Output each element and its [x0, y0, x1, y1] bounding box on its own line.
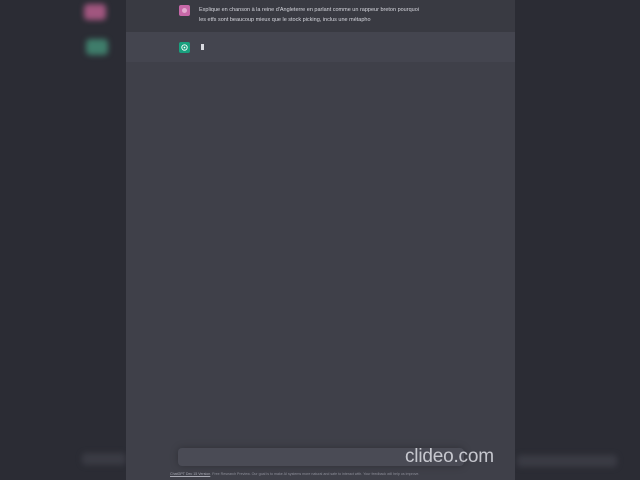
version-link[interactable]: ChatGPT Dec 15 Version: [170, 472, 210, 476]
blurred-input-right: [517, 455, 617, 467]
user-message-line-2: les etfs sont beaucoup mieux que le stoc…: [199, 17, 371, 23]
user-message-text: Explique en chanson à la reine d'Anglete…: [199, 5, 449, 25]
footer-text: . Free Research Preview. Our goal is to …: [210, 472, 420, 476]
openai-logo-icon: [179, 42, 190, 53]
blurred-assistant-avatar: [86, 39, 108, 55]
user-message-line-1: Explique en chanson à la reine d'Anglete…: [199, 7, 419, 13]
background-right: [514, 0, 640, 480]
streaming-cursor: [201, 44, 204, 50]
clideo-watermark: clideo.com: [405, 446, 494, 467]
assistant-message: [126, 32, 515, 62]
chat-panel: Explique en chanson à la reine d'Anglete…: [126, 0, 515, 480]
footer-disclaimer: ChatGPT Dec 15 Version. Free Research Pr…: [170, 472, 470, 476]
screen: Explique en chanson à la reine d'Anglete…: [0, 0, 640, 480]
user-message: Explique en chanson à la reine d'Anglete…: [126, 0, 515, 32]
background-left: [0, 0, 126, 480]
blurred-user-avatar: [84, 4, 106, 20]
user-avatar-icon: [179, 5, 190, 16]
blurred-input-left: [82, 453, 126, 465]
